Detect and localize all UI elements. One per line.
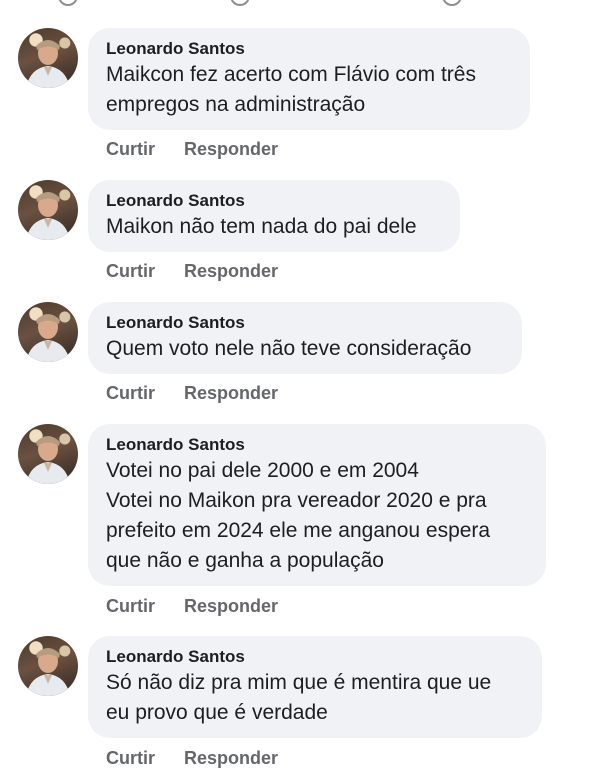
comment-text-line: que não e ganha a população [106,549,384,572]
comment-text: Votei no pai dele 2000 e em 2004 Votei n… [106,456,528,576]
user-photo-icon [26,192,70,240]
comment-actions: Curtir Responder [106,261,302,282]
comment-text-line: Maikon não tem nada do pai dele [106,215,417,238]
comment-author[interactable]: Leonardo Santos [106,38,512,60]
comment-author[interactable]: Leonardo Santos [106,190,442,212]
reply-button[interactable]: Responder [184,139,278,159]
cropped-icon [442,0,462,6]
comment-text: Maikon não tem nada do pai dele [106,212,442,242]
comment-bubble: Leonardo Santos Maikcon fez acerto com F… [88,28,530,130]
comment-actions: Curtir Responder [106,383,302,404]
avatar[interactable] [18,636,78,696]
comment-bubble: Leonardo Santos Votei no pai dele 2000 e… [88,424,546,586]
like-button[interactable]: Curtir [106,139,155,159]
comment-author[interactable]: Leonardo Santos [106,646,524,668]
comment-text: Maikcon fez acerto com Flávio com três e… [106,60,512,120]
user-photo-icon [26,648,70,696]
comment-author[interactable]: Leonardo Santos [106,434,528,456]
avatar[interactable] [18,424,78,484]
comment-text-line: prefeito em 2024 ele me anganou espera [106,519,491,542]
reply-button[interactable]: Responder [184,748,278,768]
reply-button[interactable]: Responder [184,383,278,403]
comment-bubble: Leonardo Santos Maikon não tem nada do p… [88,180,460,252]
comment-text: Quem voto nele não teve consideração [106,334,504,364]
reply-button[interactable]: Responder [184,261,278,281]
comment-author[interactable]: Leonardo Santos [106,312,504,334]
comment-actions: Curtir Responder [106,748,302,769]
comment-actions: Curtir Responder [106,596,302,617]
comment-text-line: eu provo que é verdade [106,701,328,724]
comment-text-line: Votei no pai dele 2000 e em 2004 [106,459,419,482]
comment-actions: Curtir Responder [106,139,302,160]
like-button[interactable]: Curtir [106,596,155,616]
like-button[interactable]: Curtir [106,383,155,403]
comment-text-line: Só não diz pra mim que é mentira que ue [106,671,492,694]
reply-button[interactable]: Responder [184,596,278,616]
comment-bubble: Leonardo Santos Só não diz pra mim que é… [88,636,542,738]
user-photo-icon [26,40,70,88]
user-photo-icon [26,436,70,484]
comment-bubble: Leonardo Santos Quem voto nele não teve … [88,302,522,374]
comment-text-line: Maikcon fez acerto com Flávio com três [106,63,476,86]
comment-text-line: Votei no Maikon pra vereador 2020 e pra [106,489,487,512]
avatar[interactable] [18,302,78,362]
user-photo-icon [26,314,70,362]
like-button[interactable]: Curtir [106,748,155,768]
cropped-icon [58,0,78,6]
avatar[interactable] [18,28,78,88]
comment-text-line: Quem voto nele não teve consideração [106,337,472,360]
top-cropped-icons [0,0,590,8]
like-button[interactable]: Curtir [106,261,155,281]
comment-text-line: empregos na administração [106,93,366,116]
cropped-icon [230,0,250,6]
comments-thread: Leonardo Santos Maikcon fez acerto com F… [0,0,590,779]
comment-text: Só não diz pra mim que é mentira que ue … [106,668,524,728]
avatar[interactable] [18,180,78,240]
